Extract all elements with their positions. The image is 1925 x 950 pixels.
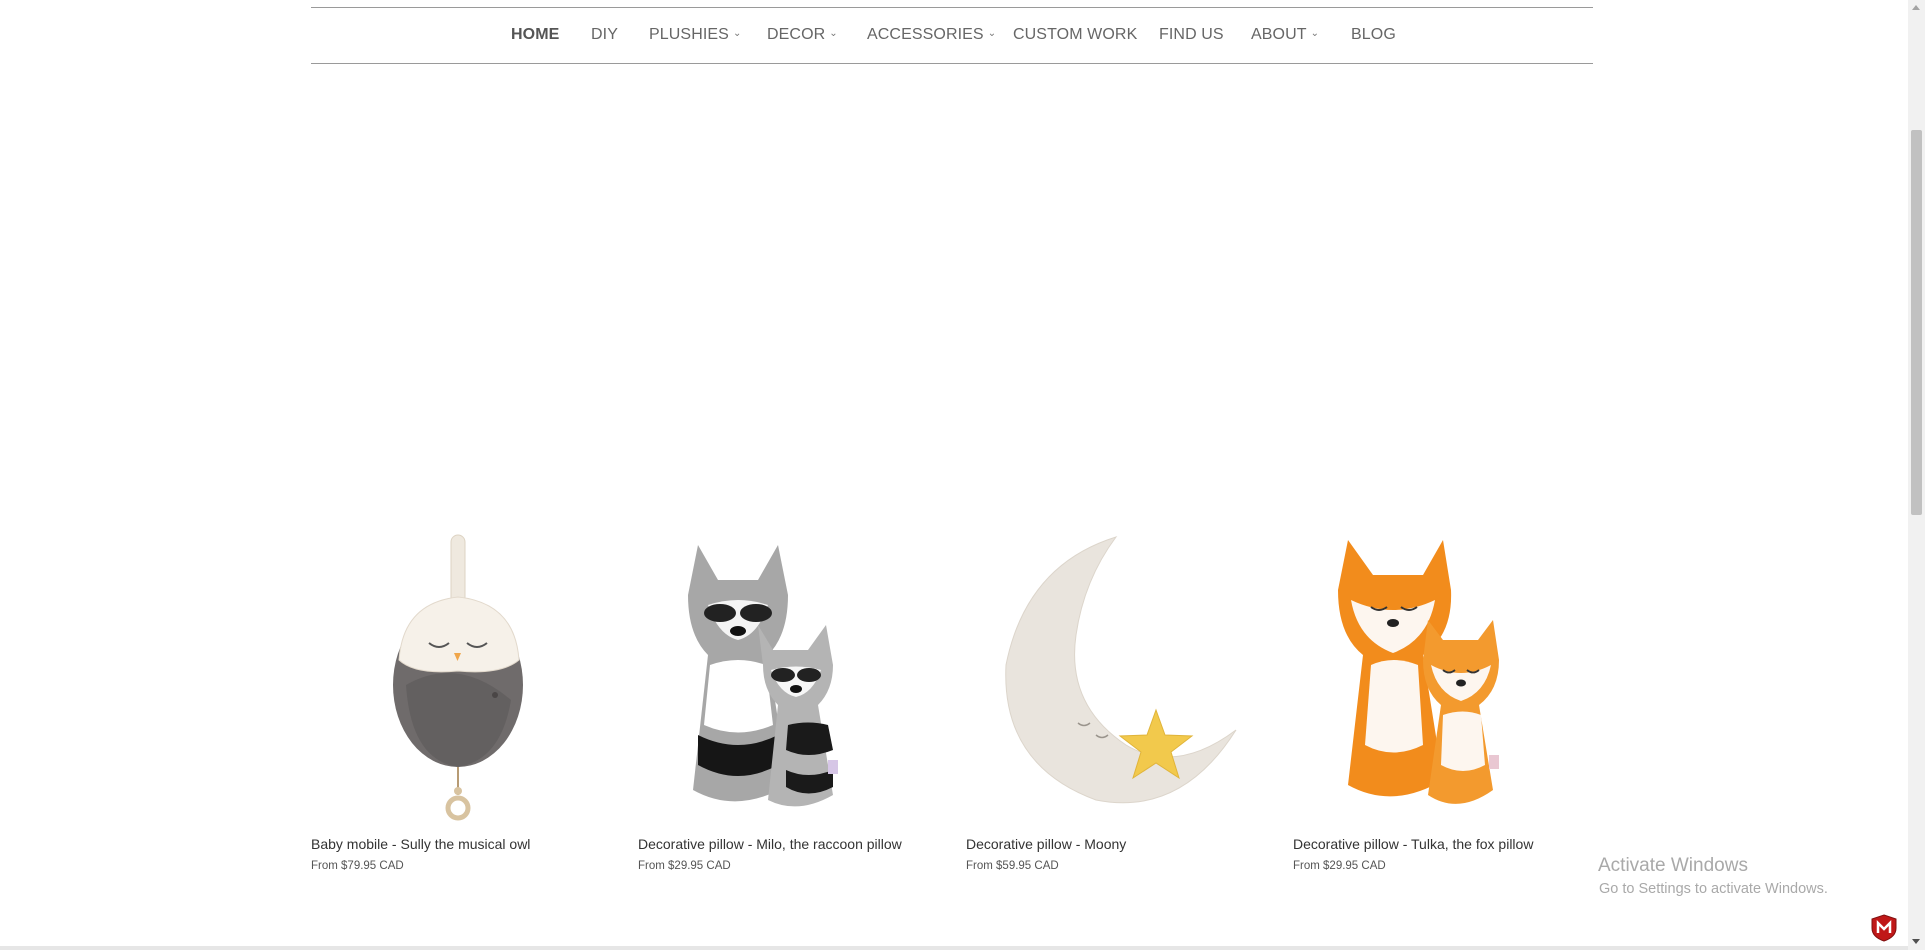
nav-item-find-us[interactable]: FIND US bbox=[1159, 26, 1224, 44]
nav-item-blog[interactable]: BLOG bbox=[1351, 26, 1396, 44]
product-price: From $29.95 CAD bbox=[1293, 860, 1386, 872]
raccoon-pillow-image[interactable] bbox=[638, 525, 938, 825]
nav-item-diy[interactable]: DIY bbox=[591, 26, 618, 44]
vertical-scrollbar[interactable] bbox=[1908, 0, 1925, 950]
product-title[interactable]: Decorative pillow - Tulka, the fox pillo… bbox=[1293, 836, 1533, 852]
product-price: From $79.95 CAD bbox=[311, 860, 404, 872]
scroll-down-arrow-icon[interactable] bbox=[1912, 939, 1920, 944]
nav-item-home[interactable]: HOME bbox=[511, 26, 559, 44]
chevron-down-icon: ⌄ bbox=[829, 28, 838, 40]
product-price: From $29.95 CAD bbox=[638, 860, 731, 872]
fox-pillow-image[interactable] bbox=[1293, 525, 1593, 825]
owl-mobile-image[interactable] bbox=[311, 525, 611, 825]
nav-item-accessories[interactable]: ACCESSORIES ⌄ bbox=[867, 26, 996, 44]
product-title[interactable]: Baby mobile - Sully the musical owl bbox=[311, 836, 530, 852]
chevron-down-icon: ⌄ bbox=[732, 28, 742, 40]
mcafee-shield-icon[interactable] bbox=[1870, 914, 1898, 942]
horizontal-scrollbar[interactable] bbox=[0, 946, 1908, 950]
nav-item-plushies[interactable]: PLUSHIES ⌄ bbox=[649, 26, 741, 44]
scroll-up-arrow-icon[interactable] bbox=[1912, 5, 1920, 10]
product-price: From $59.95 CAD bbox=[966, 860, 1059, 872]
product-title[interactable]: Decorative pillow - Moony bbox=[966, 836, 1126, 852]
nav-item-decor[interactable]: DECOR ⌄ bbox=[767, 26, 838, 44]
nav-item-custom-work[interactable]: CUSTOM WORK bbox=[1013, 26, 1137, 44]
product-title[interactable]: Decorative pillow - Milo, the raccoon pi… bbox=[638, 836, 902, 852]
nav-item-about-label: ABOUT bbox=[1251, 26, 1307, 43]
moon-pillow-image[interactable] bbox=[966, 525, 1266, 825]
nav-item-accessories-label: ACCESSORIES bbox=[867, 26, 984, 43]
windows-activation-subtitle: Go to Settings to activate Windows. bbox=[1599, 881, 1828, 897]
chevron-down-icon: ⌄ bbox=[987, 28, 997, 40]
chevron-down-icon: ⌄ bbox=[1310, 28, 1320, 40]
nav-item-plushies-label: PLUSHIES bbox=[649, 26, 729, 43]
nav-item-about[interactable]: ABOUT ⌄ bbox=[1251, 26, 1319, 44]
scrollbar-thumb[interactable] bbox=[1911, 130, 1922, 515]
main-navigation: HOME DIY PLUSHIES ⌄ DECOR ⌄ ACCESSORIES ⌄ C… bbox=[311, 7, 1593, 64]
nav-item-decor-label: DECOR bbox=[767, 26, 826, 43]
windows-activation-title: Activate Windows bbox=[1598, 855, 1748, 876]
